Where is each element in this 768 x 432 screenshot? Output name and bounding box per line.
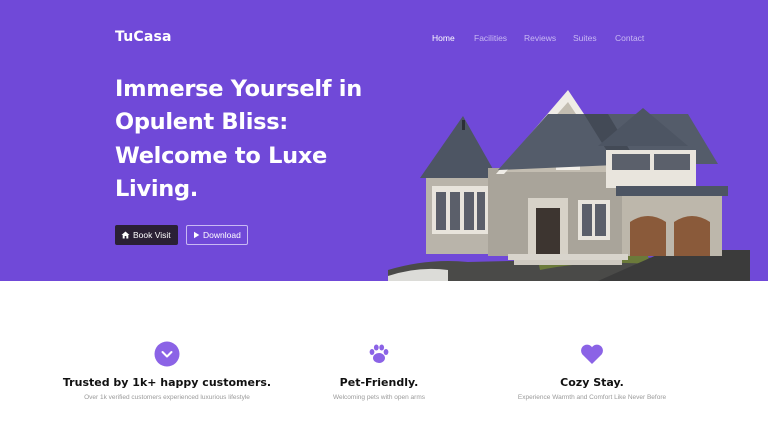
main-nav: Home Facilities Reviews Suites Contact — [0, 33, 768, 45]
feature-title: Cozy Stay. — [560, 376, 624, 389]
chevron-down-icon — [154, 341, 180, 367]
feature-cozy-stay: Cozy Stay. Experience Warmth and Comfort… — [477, 341, 707, 401]
headline-line-2: Opulent Bliss: — [115, 109, 288, 136]
nav-reviews[interactable]: Reviews — [524, 33, 556, 43]
download-button[interactable]: Download — [186, 225, 248, 245]
hero-headline: Immerse Yourself in Opulent Bliss: Welco… — [115, 73, 415, 206]
nav-suites[interactable]: Suites — [573, 33, 597, 43]
play-icon — [193, 231, 200, 239]
book-visit-label: Book Visit — [133, 230, 171, 240]
house-icon — [121, 231, 130, 239]
feature-subtitle: Experience Warmth and Comfort Like Never… — [517, 394, 667, 401]
feature-trusted: Trusted by 1k+ happy customers. Over 1k … — [52, 341, 282, 401]
headline-line-3: Welcome to Luxe — [115, 142, 327, 169]
feature-title: Trusted by 1k+ happy customers. — [62, 376, 272, 389]
nav-contact[interactable]: Contact — [615, 33, 644, 43]
feature-pet-friendly: Pet-Friendly. Welcoming pets with open a… — [264, 341, 494, 401]
heart-icon — [579, 341, 605, 367]
nav-home[interactable]: Home — [432, 33, 455, 43]
nav-facilities[interactable]: Facilities — [474, 33, 507, 43]
paw-icon — [366, 341, 392, 367]
house-photo — [388, 90, 750, 281]
download-label: Download — [203, 230, 241, 240]
features-section: Trusted by 1k+ happy customers. Over 1k … — [0, 281, 768, 432]
hero-section: TuCasa Home Facilities Reviews Suites Co… — [0, 0, 768, 281]
book-visit-button[interactable]: Book Visit — [115, 225, 178, 245]
headline-line-1: Immerse Yourself in — [115, 76, 362, 102]
feature-title: Pet-Friendly. — [339, 376, 419, 389]
feature-subtitle: Welcoming pets with open arms — [332, 394, 425, 401]
feature-subtitle: Over 1k verified customers experienced l… — [84, 394, 250, 401]
headline-line-4: Living. — [115, 175, 199, 202]
